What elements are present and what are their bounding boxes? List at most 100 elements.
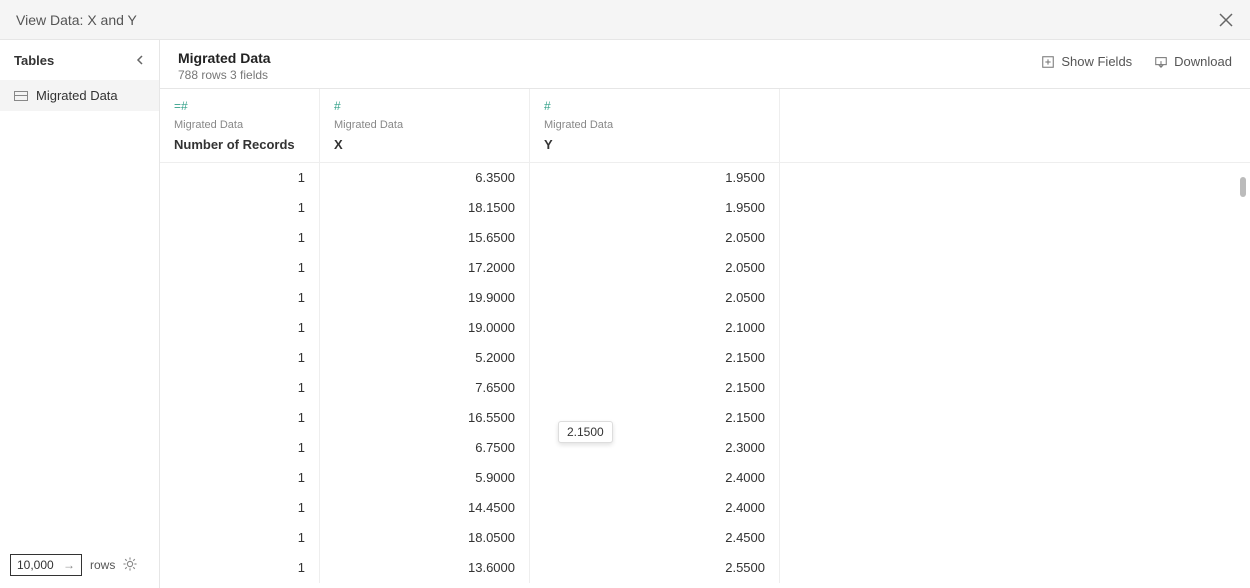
table-cell[interactable]: 1 <box>160 313 320 343</box>
table-cell[interactable]: 2.4500 <box>530 523 780 553</box>
table-cell[interactable]: 2.1500 <box>530 373 780 403</box>
table-cell[interactable]: 17.2000 <box>320 253 530 283</box>
table-cell[interactable]: 6.7500 <box>320 433 530 463</box>
column-name: X <box>334 137 515 152</box>
table-cell-blank <box>780 433 1250 463</box>
rows-label: rows <box>90 558 115 572</box>
window-title: View Data: X and Y <box>16 12 137 28</box>
table-cell[interactable]: 1 <box>160 403 320 433</box>
sidebar-header: Tables <box>0 40 159 80</box>
table-cell-blank <box>780 523 1250 553</box>
table-cell[interactable]: 19.9000 <box>320 283 530 313</box>
table-cell[interactable]: 15.6500 <box>320 223 530 253</box>
close-icon <box>1218 12 1234 28</box>
column-name: Number of Records <box>174 137 305 152</box>
table-cell[interactable]: 14.4500 <box>320 493 530 523</box>
table-cell[interactable]: 2.0500 <box>530 253 780 283</box>
table-cell[interactable]: 1 <box>160 553 320 583</box>
scrollbar[interactable] <box>1240 177 1246 197</box>
data-table: =# Migrated Data Number of Records # Migrate… <box>160 89 1250 588</box>
table-cell-blank <box>780 493 1250 523</box>
table-cell[interactable]: 6.3500 <box>320 163 530 193</box>
table-cell[interactable]: 2.5500 <box>530 553 780 583</box>
titlebar: View Data: X and Y <box>0 0 1250 40</box>
table-cell[interactable]: 1 <box>160 433 320 463</box>
table-cell[interactable]: 1 <box>160 283 320 313</box>
download-label: Download <box>1174 54 1232 69</box>
table-cell[interactable]: 1 <box>160 193 320 223</box>
table-cell[interactable]: 2.1500 <box>530 403 780 433</box>
table-cell[interactable]: 13.6000 <box>320 553 530 583</box>
main-panel: Migrated Data 788 rows 3 fields Show Fie… <box>160 40 1250 588</box>
column-source: Migrated Data <box>174 119 305 131</box>
table-cell[interactable]: 2.0500 <box>530 283 780 313</box>
settings-button[interactable] <box>123 557 137 574</box>
table-cell[interactable]: 2.3000 <box>530 433 780 463</box>
table-cell[interactable]: 18.0500 <box>320 523 530 553</box>
table-cell[interactable]: 5.2000 <box>320 343 530 373</box>
collapse-button[interactable] <box>135 52 145 68</box>
table-cell[interactable]: 1 <box>160 463 320 493</box>
table-cell[interactable]: 1 <box>160 223 320 253</box>
table-cell-blank <box>780 223 1250 253</box>
close-button[interactable] <box>1216 10 1236 30</box>
number-type-icon: =# <box>174 99 305 113</box>
number-type-icon: # <box>544 99 765 113</box>
column-source: Migrated Data <box>334 119 515 131</box>
show-fields-icon <box>1041 55 1055 69</box>
table-cell-blank <box>780 403 1250 433</box>
table-cell[interactable]: 1.9500 <box>530 193 780 223</box>
chevron-left-icon <box>135 55 145 65</box>
column-name: Y <box>544 137 765 152</box>
data-source-title: Migrated Data <box>178 50 271 66</box>
sidebar: Tables Migrated Data 10,000 → rows <box>0 40 160 588</box>
show-fields-label: Show Fields <box>1061 54 1132 69</box>
sidebar-item-migrated-data[interactable]: Migrated Data <box>0 80 159 111</box>
column-header-blank <box>780 89 1250 163</box>
column-source: Migrated Data <box>544 119 765 131</box>
table-cell[interactable]: 2.1000 <box>530 313 780 343</box>
table-cell[interactable]: 2.4000 <box>530 493 780 523</box>
sidebar-title: Tables <box>14 53 54 68</box>
table-cell-blank <box>780 283 1250 313</box>
table-cell[interactable]: 1 <box>160 373 320 403</box>
column-header[interactable]: # Migrated Data X <box>320 89 530 163</box>
table-cell-blank <box>780 373 1250 403</box>
table-cell[interactable]: 18.1500 <box>320 193 530 223</box>
table-cell[interactable]: 1 <box>160 493 320 523</box>
rows-input[interactable]: 10,000 → <box>10 554 82 576</box>
arrow-right-icon: → <box>63 558 75 572</box>
table-cell[interactable]: 1 <box>160 523 320 553</box>
rows-footer: 10,000 → rows <box>10 554 137 576</box>
table-cell[interactable]: 16.5500 <box>320 403 530 433</box>
main-header: Migrated Data 788 rows 3 fields Show Fie… <box>160 40 1250 89</box>
table-cell[interactable]: 19.0000 <box>320 313 530 343</box>
column-header[interactable]: =# Migrated Data Number of Records <box>160 89 320 163</box>
table-cell-blank <box>780 253 1250 283</box>
show-fields-button[interactable]: Show Fields <box>1041 54 1132 69</box>
table-cell-blank <box>780 463 1250 493</box>
download-button[interactable]: Download <box>1154 54 1232 69</box>
table-cell-blank <box>780 553 1250 583</box>
table-icon <box>14 91 28 101</box>
table-cell-blank <box>780 313 1250 343</box>
table-cell[interactable]: 2.4000 <box>530 463 780 493</box>
table-cell[interactable]: 1.9500 <box>530 163 780 193</box>
table-cell[interactable]: 1 <box>160 163 320 193</box>
table-cell[interactable]: 5.9000 <box>320 463 530 493</box>
table-cell[interactable]: 7.6500 <box>320 373 530 403</box>
download-icon <box>1154 55 1168 69</box>
table-cell-blank <box>780 193 1250 223</box>
table-cell[interactable]: 1 <box>160 343 320 373</box>
table-cell-blank <box>780 343 1250 373</box>
sidebar-item-label: Migrated Data <box>36 88 118 103</box>
gear-icon <box>123 557 137 571</box>
data-source-subtitle: 788 rows 3 fields <box>178 68 271 82</box>
rows-value: 10,000 <box>17 558 54 572</box>
table-cell[interactable]: 2.0500 <box>530 223 780 253</box>
column-header[interactable]: # Migrated Data Y <box>530 89 780 163</box>
table-cell-blank <box>780 163 1250 193</box>
table-cell[interactable]: 1 <box>160 253 320 283</box>
table-cell[interactable]: 2.1500 <box>530 343 780 373</box>
number-type-icon: # <box>334 99 515 113</box>
